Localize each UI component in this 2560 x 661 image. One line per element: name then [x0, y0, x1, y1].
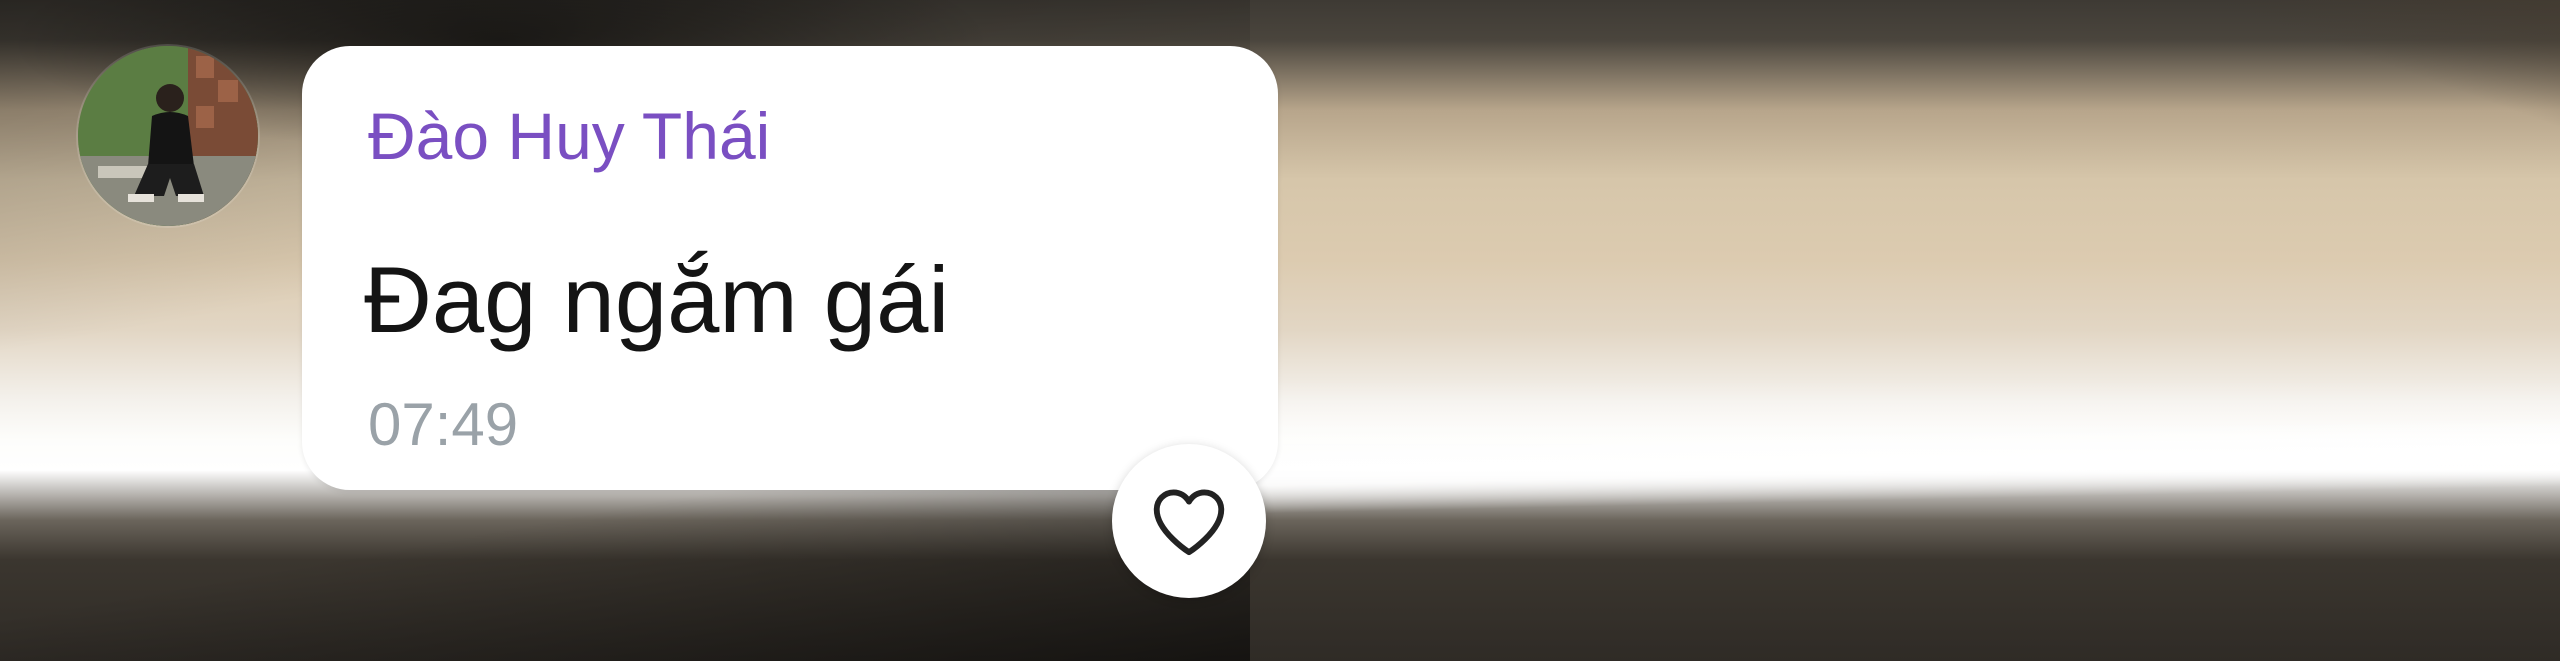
sender-name[interactable]: Đào Huy Thái — [368, 98, 770, 174]
sender-avatar[interactable] — [78, 46, 258, 226]
heart-icon — [1153, 489, 1225, 556]
message-bubble[interactable]: Đào Huy Thái Đag ngắm gái 07:49 — [302, 46, 1278, 490]
message-text: Đag ngắm gái — [364, 247, 950, 352]
like-reaction-button[interactable] — [1112, 444, 1266, 598]
message-timestamp: 07:49 — [368, 391, 519, 458]
avatar-photo — [78, 46, 258, 226]
background-photo-light — [1200, 0, 2560, 661]
